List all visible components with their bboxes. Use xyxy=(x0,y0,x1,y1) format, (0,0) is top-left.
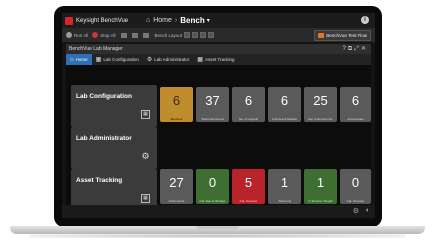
tile-label: Total Instruments xyxy=(201,117,224,121)
tile-label: Cal. Overdue xyxy=(346,199,365,203)
tile-label: No. of Layouts xyxy=(238,117,259,121)
home-icon[interactable]: ⌂ xyxy=(146,17,150,24)
lab-administrator-card[interactable]: Lab Administrator ⚙ xyxy=(71,127,157,169)
close-icon[interactable]: ✕ xyxy=(361,46,368,52)
panel-title: BenchVue Lab Manager xyxy=(69,46,123,52)
tile-label: Instruments xyxy=(168,199,185,203)
tile-value: 27 xyxy=(169,175,184,190)
keysight-logo-icon xyxy=(65,16,73,25)
main-toolbar: Run All Stop All Bench Layout BenchVue T… xyxy=(62,28,375,42)
help-icon[interactable]: ◐ xyxy=(366,207,370,214)
tile-value: 6 xyxy=(244,93,253,108)
tile-label: In Service / Repair xyxy=(308,199,333,203)
bench-layout-label: Bench Layout xyxy=(154,32,183,38)
tile-instrument-models[interactable]: 6 Instrument Models xyxy=(268,87,301,122)
panel-window-controls: ?⧉⤢✕ xyxy=(343,45,368,53)
layout-split-icon[interactable] xyxy=(192,32,199,38)
panel-tabs: ⌂ Home ▦ Lab Configuration ⚙ Lab Adminis… xyxy=(66,54,371,65)
layout-single-icon[interactable] xyxy=(184,32,191,38)
stop-icon xyxy=(92,32,99,38)
bench-layout-label-wrap: Bench Layout xyxy=(155,33,183,38)
stop-all-label: Stop All xyxy=(100,32,116,38)
nav-bench-link[interactable]: Bench xyxy=(180,16,204,25)
dashboard-content: Lab Configuration ▦ 6 Benches 37 Total I… xyxy=(66,65,371,211)
tile-benches[interactable]: 6 Benches xyxy=(160,87,193,122)
lab-configuration-card[interactable]: Lab Configuration ▦ xyxy=(71,85,157,127)
lab-manager-panel-header: BenchVue Lab Manager ?⧉⤢✕ xyxy=(66,44,371,54)
lab-configuration-title: Lab Configuration xyxy=(76,93,132,100)
title-bar: Keysight BenchVue ⌂ Home › Bench ▾ i xyxy=(62,13,375,28)
grid-icon: ▦ xyxy=(197,57,203,63)
app-screen: Keysight BenchVue ⌂ Home › Bench ▾ i Run… xyxy=(62,13,375,218)
maximize-icon[interactable]: ⤢ xyxy=(354,46,361,52)
tile-layouts[interactable]: 6 No. of Layouts xyxy=(232,87,265,122)
chevron-down-icon[interactable]: ▾ xyxy=(207,17,210,24)
tab-home-label: Home xyxy=(75,57,88,62)
grid-icon: ▦ xyxy=(141,194,150,203)
breadcrumb-separator: › xyxy=(174,17,178,24)
gear-icon: ⚙ xyxy=(146,57,153,63)
tile-in-service[interactable]: 1 In Service / Repair xyxy=(304,169,337,204)
app-title: Keysight BenchVue xyxy=(76,17,129,24)
layout-grid-icon[interactable] xyxy=(200,32,207,38)
test-flow-icon xyxy=(318,33,325,38)
settings-icon[interactable]: ⚙ xyxy=(353,207,359,215)
asset-tracking-title: Asset Tracking xyxy=(76,177,123,184)
laptop-shadow xyxy=(30,234,405,238)
tile-asset-cal-overdue[interactable]: 0 Cal. Overdue xyxy=(340,169,371,204)
info-icon[interactable]: i xyxy=(361,16,369,24)
run-all-button[interactable]: Run All xyxy=(66,32,88,38)
tile-value: 0 xyxy=(208,175,217,190)
tab-lab-administrator[interactable]: ⚙ Lab Administrator xyxy=(143,54,193,65)
tile-total-instruments[interactable]: 37 Total Instruments xyxy=(196,87,229,122)
tile-label: Benches xyxy=(170,117,183,121)
tile-total-lost[interactable]: 1 Total Lost xyxy=(268,169,301,204)
gear-icon: ⚙ xyxy=(141,151,150,161)
status-bar: ⚙ ◐ xyxy=(62,205,375,218)
tile-cal-overdue[interactable]: 5 Cal. Overdue xyxy=(232,169,265,204)
test-flow-button[interactable]: BenchVue Test Flow xyxy=(314,30,371,41)
run-all-label: Run All xyxy=(74,32,89,38)
tile-label: Accessories xyxy=(347,117,364,121)
tile-label: Instrument Models xyxy=(272,117,297,121)
tile-value: 6 xyxy=(351,93,360,108)
tile-value: 0 xyxy=(351,175,360,190)
tab-lab-administrator-label: Lab Administrator xyxy=(154,57,190,62)
tile-value: 25 xyxy=(313,93,328,108)
tile-value: 37 xyxy=(205,93,220,108)
nav-home-link[interactable]: Home xyxy=(153,17,172,24)
layout-quad-icon[interactable] xyxy=(208,32,215,38)
tile-label: Total Lost xyxy=(278,199,291,203)
tile-value: 5 xyxy=(244,175,253,190)
tab-asset-tracking[interactable]: ▦ Asset Tracking xyxy=(193,54,238,65)
tile-asset-instruments[interactable]: 27 Instruments xyxy=(160,169,193,204)
laptop-hinge-notch xyxy=(196,226,239,229)
tile-value: 1 xyxy=(316,175,325,190)
tile-label: Cal. Overdue xyxy=(239,199,258,203)
tile-value: 6 xyxy=(172,93,181,108)
tile-label: Cal. Unknown Inst. xyxy=(307,117,334,121)
run-icon xyxy=(66,32,72,38)
tile-accessories[interactable]: 6 Accessories xyxy=(340,87,371,122)
home-icon: ⌂ xyxy=(70,56,74,63)
test-flow-label: BenchVue Test Flow xyxy=(326,33,367,38)
tile-value: 1 xyxy=(280,175,289,190)
tab-lab-configuration[interactable]: ▦ Lab Configuration xyxy=(92,54,143,65)
tile-cal-due[interactable]: 0 Cal. Due in 30 days xyxy=(196,169,229,204)
grid-icon: ▦ xyxy=(141,110,150,119)
tab-home[interactable]: ⌂ Home xyxy=(66,54,92,65)
tile-label: Cal. Due in 30 days xyxy=(199,199,226,203)
lab-administrator-title: Lab Administrator xyxy=(76,135,132,142)
export-icon[interactable] xyxy=(142,32,149,38)
tile-value: 6 xyxy=(280,93,289,108)
tab-lab-configuration-label: Lab Configuration xyxy=(103,57,139,62)
grid-icon: ▦ xyxy=(95,57,102,63)
stop-all-button[interactable]: Stop All xyxy=(92,32,116,38)
folder-icon[interactable] xyxy=(131,32,138,38)
tile-cal-unknown[interactable]: 25 Cal. Unknown Inst. xyxy=(304,87,337,122)
save-icon[interactable] xyxy=(120,32,127,38)
tab-asset-tracking-label: Asset Tracking xyxy=(204,57,235,62)
